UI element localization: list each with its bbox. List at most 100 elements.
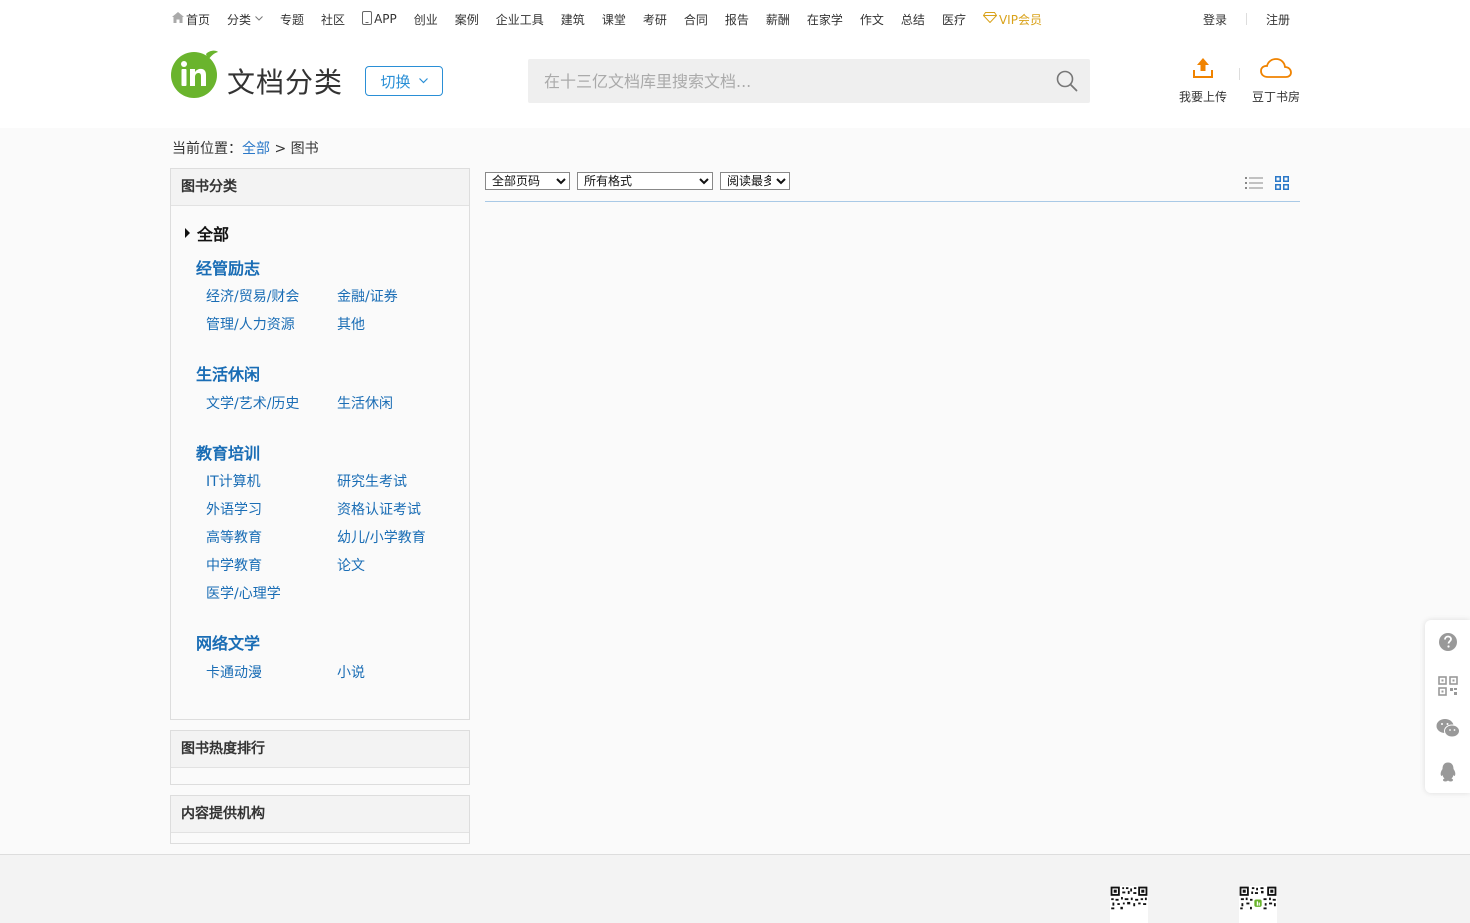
nav-report-label: 报告 [724,12,749,27]
qrcode-image [1239,886,1277,923]
nav-home-label: 首页 [186,12,211,27]
caret-right-icon [185,228,190,238]
category-item[interactable]: 资格认证考试 [337,499,421,519]
top-bar: 首页 分类 专题 社区 APP 创业 案例 企业工具 建筑 课堂 考研 合同 报… [0,0,1470,38]
nav-topic[interactable]: 专题 [280,11,304,28]
category-item[interactable]: 小说 [337,662,365,682]
nav-architecture-label: 建筑 [560,12,585,27]
category-item[interactable]: IT计算机 [206,471,261,491]
nav-app[interactable]: APP [362,10,397,28]
nav-medical[interactable]: 医疗 [942,11,966,28]
breadcrumb-separator: > [270,141,291,157]
category-item[interactable]: 卡通动漫 [206,662,262,682]
category-item[interactable]: 其他 [337,314,365,334]
category-item[interactable]: 幼儿/小学教育 [337,527,426,547]
chevron-down-icon [255,14,263,24]
content-divider [485,201,1300,202]
nav-classroom[interactable]: 课堂 [602,11,626,28]
nav-cases[interactable]: 案例 [455,11,479,28]
search-input[interactable] [528,59,1038,103]
nav-essay-label: 作文 [859,12,884,27]
provider-panel-title: 内容提供机构 [171,796,469,833]
login-link[interactable]: 登录 [1203,11,1227,28]
bookroom-label: 豆丁书房 [1252,90,1301,104]
wechat-icon[interactable] [1435,717,1461,739]
nav-essay[interactable]: 作文 [860,11,884,28]
nav-cases-label: 案例 [454,12,479,27]
nav-report[interactable]: 报告 [725,11,749,28]
nav-architecture[interactable]: 建筑 [561,11,585,28]
category-item[interactable]: 生活休闲 [337,393,393,413]
divider [1239,68,1240,80]
nav-summary[interactable]: 总结 [901,11,925,28]
format-filter-select[interactable]: 所有格式 [577,172,713,190]
nav-classroom-label: 课堂 [601,12,626,27]
nav-startup-label: 创业 [413,12,438,27]
breadcrumb: 当前位置：全部 > 图书 [172,138,319,158]
register-link[interactable]: 注册 [1266,11,1290,28]
category-item[interactable]: 论文 [337,555,365,575]
switch-button[interactable]: 切换 [365,66,443,96]
nav-enterprise-tools[interactable]: 企业工具 [496,11,544,28]
upload-icon [1193,58,1213,78]
nav-contract[interactable]: 合同 [684,11,708,28]
category-item[interactable]: 管理/人力资源 [206,314,295,334]
category-item[interactable]: 文学/艺术/历史 [206,393,299,413]
category-item[interactable]: 经济/贸易/财会 [206,286,299,306]
ranking-panel-title: 图书热度排行 [171,731,469,768]
home-icon [172,12,184,26]
qrcode-icon[interactable] [1437,675,1459,697]
grid-view-icon[interactable] [1275,176,1289,190]
search-icon[interactable] [1056,70,1078,92]
help-icon[interactable] [1437,631,1459,653]
category-all-label: 全部 [197,225,230,244]
qq-icon[interactable] [1437,761,1459,783]
category-panel: 图书分类 全部 经管励志 经济/贸易/财会 金融/证券 管理/人力资源 其他 生… [170,168,470,720]
footer [0,854,1470,923]
category-group-title[interactable]: 网络文学 [196,630,260,654]
pages-filter-select[interactable]: 全部页码 [485,172,570,190]
category-all[interactable]: 全部 [185,221,229,245]
category-group-title[interactable]: 教育培训 [196,440,260,464]
nav-home-study-label: 在家学 [806,12,843,27]
list-view-icon[interactable] [1245,176,1263,190]
qrcode-image [1110,886,1148,923]
floating-toolbar [1425,620,1470,793]
category-item[interactable]: 医学/心理学 [206,583,281,603]
nav-medical-label: 医疗 [941,12,966,27]
category-item[interactable]: 金融/证券 [337,286,398,306]
nav-contract-label: 合同 [683,12,708,27]
docin-logo[interactable] [170,48,220,98]
provider-panel: 内容提供机构 [170,795,470,844]
search-box [528,59,1090,103]
nav-home-study[interactable]: 在家学 [807,11,843,28]
nav-startup[interactable]: 创业 [414,11,438,28]
category-item[interactable]: 研究生考试 [337,471,407,491]
nav-postgrad[interactable]: 考研 [643,11,667,28]
category-item[interactable]: 中学教育 [206,555,262,575]
switch-label: 切换 [380,72,411,91]
chevron-down-icon [418,76,428,87]
nav-salary[interactable]: 薪酬 [766,11,790,28]
nav-home[interactable]: 首页 [172,11,210,28]
nav-community[interactable]: 社区 [321,11,345,28]
divider [1245,13,1247,25]
breadcrumb-all-link[interactable]: 全部 [242,141,270,157]
nav-topic-label: 专题 [280,12,305,27]
category-item[interactable]: 高等教育 [206,527,262,547]
nav-summary-label: 总结 [900,12,925,27]
nav-salary-label: 薪酬 [765,12,790,27]
bookroom-button[interactable]: 豆丁书房 [1252,56,1300,105]
nav-category[interactable]: 分类 [227,11,263,28]
category-item[interactable]: 外语学习 [206,499,262,519]
nav-vip[interactable]: VIP会员 [982,11,1042,28]
sort-select[interactable]: 阅读最多 [720,172,790,190]
diamond-icon [982,12,998,26]
category-group-title[interactable]: 经管励志 [196,255,260,279]
header: 文档分类 切换 我要上传 豆丁书房 [0,38,1470,128]
upload-button[interactable]: 我要上传 [1179,56,1227,105]
filter-bar: 全部页码 所有格式 阅读最多 [485,172,790,190]
logo-title: 文档分类 [227,66,344,99]
top-nav: 首页 分类 专题 社区 APP 创业 案例 企业工具 建筑 课堂 考研 合同 报… [172,0,1059,38]
category-group-title[interactable]: 生活休闲 [196,361,260,385]
